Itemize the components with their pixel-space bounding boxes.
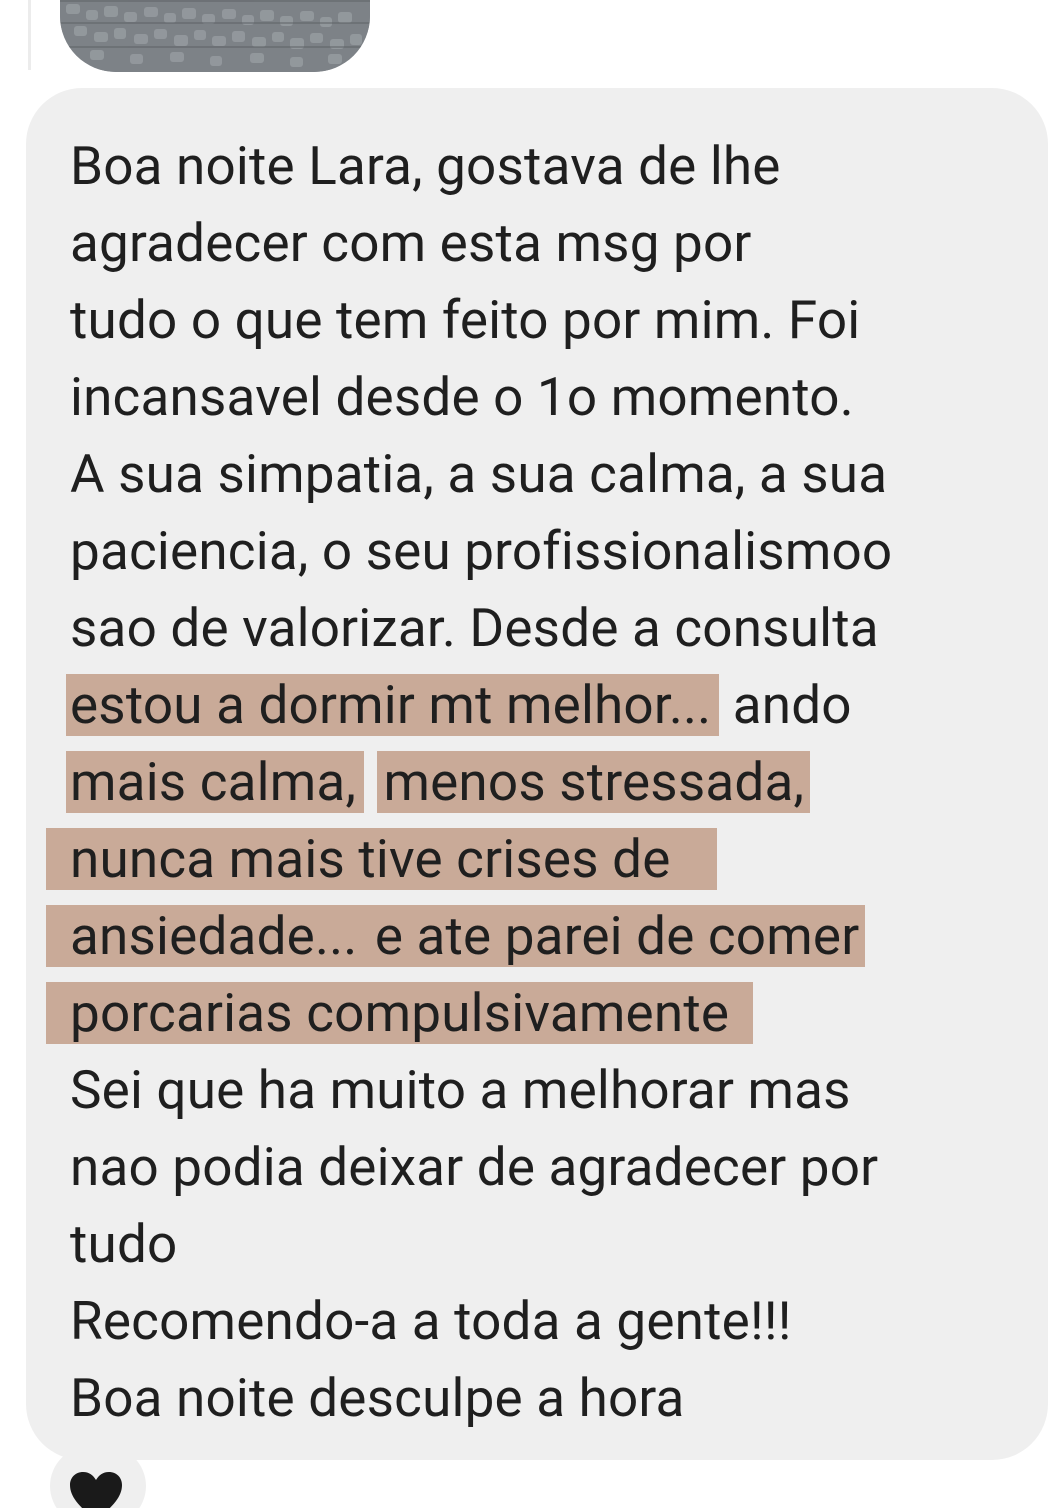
message-line: A sua simpatia, a sua calma, a sua — [70, 443, 888, 505]
highlighted-text: e ate parei de comer — [361, 905, 866, 967]
message-line: Recomendo-a a toda a gente!!! — [70, 1290, 792, 1352]
message-line: tudo o que tem feito por mim. Foi — [70, 289, 861, 351]
message-line: nao podia deixar de agradecer por — [70, 1136, 879, 1198]
chat-screen: Boa noite Lara, gostava de lhe agradecer… — [0, 0, 1064, 1508]
message-line: sao de valorizar. Desde a consulta — [70, 597, 879, 659]
message-text: Boa noite Lara, gostava de lhe agradecer… — [46, 128, 1030, 1437]
message-line: tudo — [70, 1213, 178, 1275]
highlighted-text: ansiedade... — [46, 905, 362, 967]
message-line: estou a dormir mt melhor... ando — [66, 667, 1030, 744]
message-line: incansavel desde o 1o momento. — [70, 366, 854, 428]
reaction-badge[interactable] — [50, 1446, 146, 1508]
message-line: agradecer com esta msg por — [70, 212, 752, 274]
message-line: Sei que ha muito a melhorar mas — [70, 1059, 851, 1121]
message-line: porcarias compulsivamente — [46, 975, 1030, 1052]
message-line: paciencia, o seu profissionalismoo — [70, 520, 893, 582]
black-heart-icon — [70, 1472, 122, 1508]
message-line: mais calma, menos stressada, — [66, 744, 1030, 821]
thread-line — [28, 0, 31, 70]
highlighted-text: nunca mais tive crises de — [46, 828, 717, 890]
message-line: Boa noite desculpe a hora — [70, 1367, 685, 1429]
message-line: nunca mais tive crises de — [46, 821, 1030, 898]
highlighted-text: porcarias compulsivamente — [46, 982, 754, 1044]
message-line: ansiedade... e ate parei de comer — [46, 898, 1030, 975]
cobblestone-photo — [60, 0, 370, 72]
highlighted-text: estou a dormir mt melhor... — [66, 674, 720, 736]
shared-photo-thumbnail[interactable] — [60, 0, 370, 72]
highlighted-text: mais calma, — [66, 751, 365, 813]
message-text-segment: ando — [719, 674, 852, 736]
message-line: Boa noite Lara, gostava de lhe — [70, 135, 781, 197]
highlighted-text: menos stressada, — [377, 751, 811, 813]
